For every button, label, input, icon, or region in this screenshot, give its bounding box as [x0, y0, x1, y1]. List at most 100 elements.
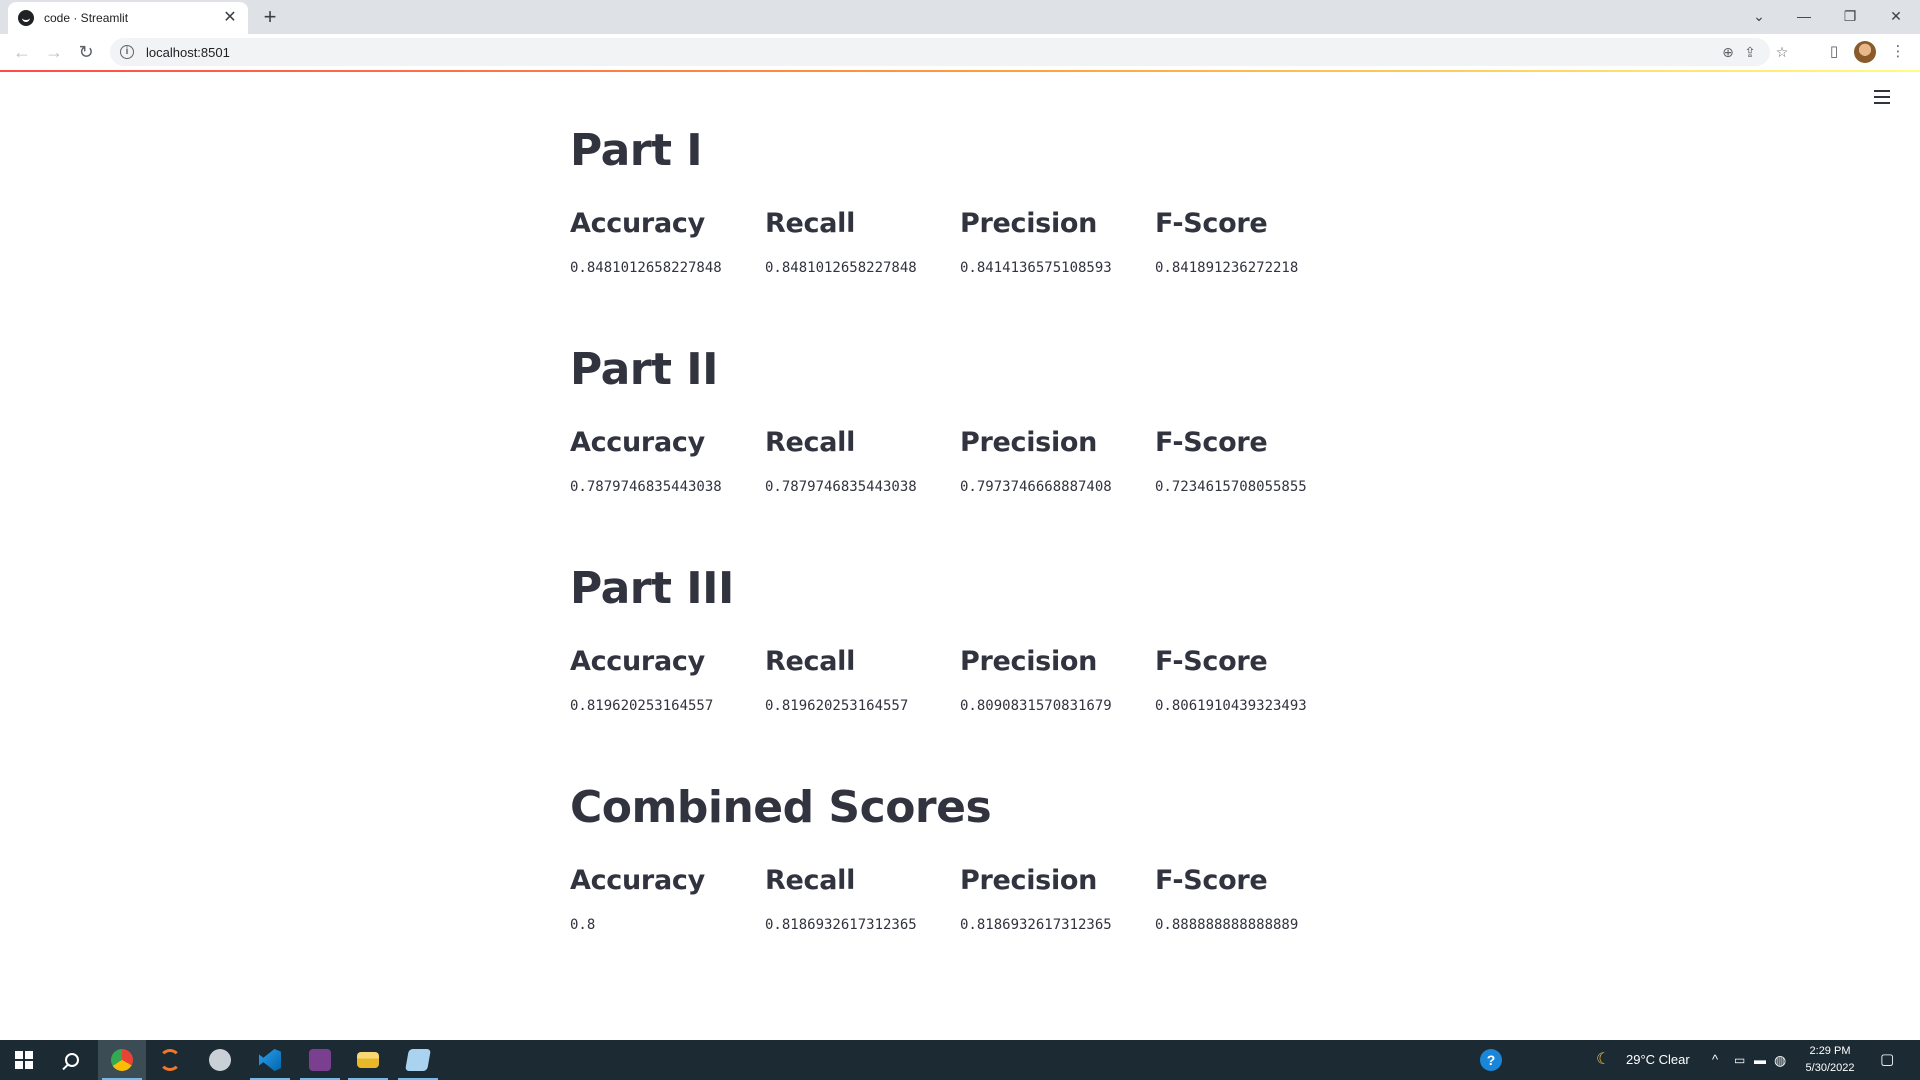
section-title: Part III — [570, 563, 734, 614]
metrics-row: Accuracy 0.8 Recall 0.8186932617312365 P… — [570, 861, 1350, 935]
search-button[interactable] — [48, 1040, 96, 1080]
section-title: Part I — [570, 125, 703, 176]
metric-accuracy: Accuracy 0.8481012658227848 — [570, 204, 765, 278]
section-combined-scores: Combined Scores Accuracy 0.8 Recall 0.81… — [570, 777, 1350, 996]
taskbar-pdf-app[interactable] — [296, 1040, 344, 1080]
metric-recall: Recall 0.7879746835443038 — [765, 423, 960, 497]
share-icon[interactable]: ⇪ — [1740, 42, 1760, 62]
clock-date: 5/30/2022 — [1805, 1062, 1855, 1074]
browser-tab[interactable]: code · Streamlit ✕ — [8, 2, 248, 34]
metric-value: 0.8414136575108593 — [960, 260, 1112, 276]
metric-value: 0.8186932617312365 — [765, 917, 917, 933]
metric-precision: Precision 0.8090831570831679 — [960, 642, 1155, 716]
close-window-button[interactable]: ✕ — [1882, 4, 1910, 28]
metric-value: 0.8061910439323493 — [1155, 698, 1307, 714]
pdf-app-icon — [309, 1049, 331, 1071]
start-button[interactable] — [0, 1040, 48, 1080]
windows-taskbar: ? ☾ 29°C Clear ^ ▭ ▬ ◍ 2:29 PM 5/30/2022… — [0, 1040, 1920, 1080]
browser-tab-strip: code · Streamlit ✕ + ⌄ — ❐ ✕ — [0, 0, 1920, 34]
metrics-row: Accuracy 0.819620253164557 Recall 0.8196… — [570, 642, 1350, 716]
metric-label: Precision — [960, 646, 1098, 677]
minimize-button[interactable]: — — [1790, 4, 1818, 28]
metric-value: 0.8 — [570, 917, 596, 933]
browser-toolbar: ← → ↻ i localhost:8501 ⊕ ⇪ ☆ ▯ ⋮ — [0, 34, 1920, 70]
taskbar-notepad[interactable] — [394, 1040, 442, 1080]
bookmark-star-icon[interactable]: ☆ — [1772, 42, 1792, 62]
new-tab-button[interactable]: + — [258, 6, 282, 30]
metric-precision: Precision 0.7973746668887408 — [960, 423, 1155, 497]
tray-overflow-icon[interactable]: ^ — [1712, 1040, 1726, 1080]
help-icon: ? — [1480, 1049, 1502, 1071]
section-part-3: Part III Accuracy 0.819620253164557 Reca… — [570, 558, 1350, 777]
metric-label: Accuracy — [570, 427, 705, 458]
metric-label: Precision — [960, 427, 1098, 458]
reload-icon[interactable]: ↻ — [74, 40, 98, 64]
metric-f-score: F-Score 0.7234615708055855 — [1155, 423, 1350, 497]
address-bar[interactable]: i localhost:8501 ⊕ ⇪ ☆ — [110, 38, 1788, 66]
taskbar-chrome[interactable] — [98, 1040, 146, 1080]
metric-value: 0.888888888888889 — [1155, 917, 1299, 933]
system-clock[interactable]: 2:29 PM 5/30/2022 — [1790, 1043, 1870, 1077]
back-arrow-icon[interactable]: ← — [10, 40, 34, 64]
forward-arrow-icon[interactable]: → — [42, 40, 66, 64]
metric-label: F-Score — [1155, 646, 1268, 677]
side-panel-icon[interactable]: ▯ — [1822, 40, 1846, 64]
folder-icon — [357, 1052, 379, 1068]
metric-value: 0.8186932617312365 — [960, 917, 1112, 933]
metric-value: 0.7879746835443038 — [765, 479, 917, 495]
notification-center-icon[interactable]: ▢ — [1880, 1040, 1898, 1080]
taskbar-file-explorer[interactable] — [344, 1040, 392, 1080]
tab-close-icon[interactable]: ✕ — [222, 10, 238, 26]
tab-search-button[interactable]: ⌄ — [1745, 4, 1773, 28]
metric-label: Precision — [960, 865, 1098, 896]
hamburger-menu-icon[interactable] — [1870, 86, 1894, 108]
metric-f-score: F-Score 0.8061910439323493 — [1155, 642, 1350, 716]
metric-accuracy: Accuracy 0.7879746835443038 — [570, 423, 765, 497]
metric-label: Recall — [765, 427, 856, 458]
chrome-icon — [111, 1049, 133, 1071]
snipping-tool-icon — [209, 1049, 231, 1071]
url-text: localhost:8501 — [146, 44, 230, 60]
taskbar-vscode[interactable] — [246, 1040, 294, 1080]
streamlit-favicon-icon — [18, 10, 34, 26]
taskbar-snipping[interactable] — [196, 1040, 244, 1080]
metric-value: 0.7973746668887408 — [960, 479, 1112, 495]
streamlit-decoration-bar — [0, 70, 1920, 72]
vscode-icon — [259, 1049, 281, 1071]
metric-label: F-Score — [1155, 208, 1268, 239]
restore-button[interactable]: ❐ — [1836, 4, 1864, 28]
browser-menu-icon[interactable]: ⋮ — [1886, 40, 1910, 64]
section-title: Combined Scores — [570, 782, 992, 833]
metric-accuracy: Accuracy 0.819620253164557 — [570, 642, 765, 716]
metric-label: Accuracy — [570, 208, 705, 239]
taskbar-jupyter[interactable] — [146, 1040, 194, 1080]
tab-title: code · Streamlit — [44, 11, 129, 25]
weather-text[interactable]: 29°C Clear — [1626, 1040, 1690, 1080]
metric-label: F-Score — [1155, 427, 1268, 458]
metric-value: 0.841891236272218 — [1155, 260, 1299, 276]
metric-value: 0.8481012658227848 — [570, 260, 722, 276]
zoom-icon[interactable]: ⊕ — [1718, 42, 1738, 62]
metric-value: 0.7879746835443038 — [570, 479, 722, 495]
metric-precision: Precision 0.8186932617312365 — [960, 861, 1155, 935]
metric-label: Recall — [765, 865, 856, 896]
metric-precision: Precision 0.8414136575108593 — [960, 204, 1155, 278]
metrics-row: Accuracy 0.8481012658227848 Recall 0.848… — [570, 204, 1350, 278]
metric-f-score: F-Score 0.888888888888889 — [1155, 861, 1350, 935]
metric-recall: Recall 0.819620253164557 — [765, 642, 960, 716]
search-icon — [65, 1053, 79, 1067]
section-title: Part II — [570, 344, 719, 395]
metric-value: 0.819620253164557 — [765, 698, 909, 714]
site-info-icon[interactable]: i — [120, 45, 134, 59]
metrics-row: Accuracy 0.7879746835443038 Recall 0.787… — [570, 423, 1350, 497]
metric-label: Recall — [765, 208, 856, 239]
help-tray-button[interactable]: ? — [1480, 1040, 1504, 1080]
profile-avatar[interactable] — [1854, 41, 1876, 63]
network-globe-icon[interactable]: ◍ — [1774, 1040, 1790, 1080]
meet-icon[interactable]: ▭ — [1734, 1040, 1748, 1080]
section-part-1: Part I Accuracy 0.8481012658227848 Recal… — [570, 120, 1350, 339]
main-content: Part I Accuracy 0.8481012658227848 Recal… — [570, 120, 1350, 996]
metric-value: 0.8090831570831679 — [960, 698, 1112, 714]
windows-logo-icon — [15, 1051, 33, 1069]
battery-icon[interactable]: ▬ — [1754, 1040, 1770, 1080]
